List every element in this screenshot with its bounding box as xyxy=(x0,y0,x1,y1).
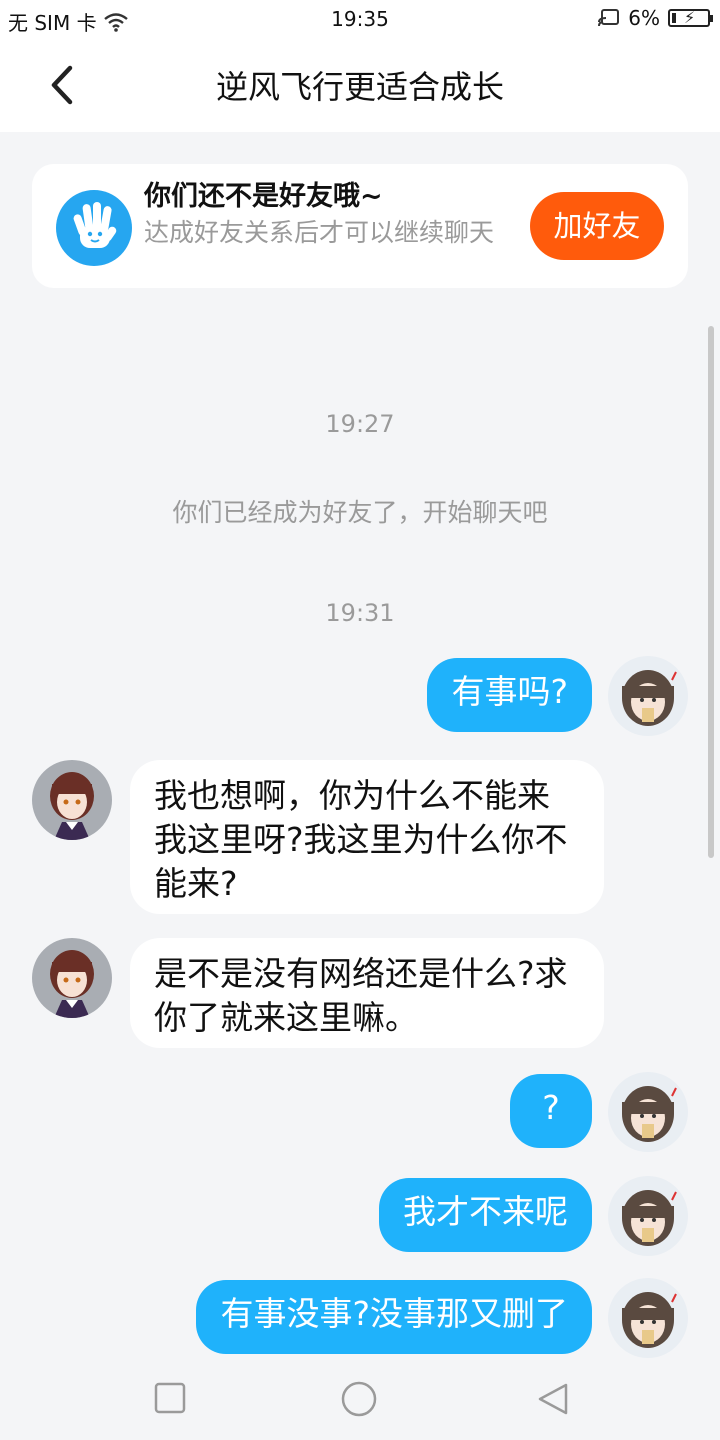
timestamp: 19:27 xyxy=(325,410,395,438)
my-avatar[interactable] xyxy=(608,656,688,736)
timestamp: 19:31 xyxy=(325,599,395,627)
friend-request-card: 你们还不是好友哦~ 达成好友关系后才可以继续聊天 加好友 xyxy=(32,164,688,288)
status-right: 6% ⚡ xyxy=(598,6,713,30)
incoming-message[interactable]: 是不是没有网络还是什么?求你了就来这里嘛。 xyxy=(130,938,604,1048)
system-nav-bar xyxy=(0,1360,720,1440)
system-message: 你们已经成为好友了，开始聊天吧 xyxy=(172,498,548,527)
triangle-back-icon[interactable] xyxy=(536,1382,570,1416)
my-avatar[interactable] xyxy=(608,1278,688,1358)
scrollbar[interactable] xyxy=(708,326,714,858)
square-icon[interactable] xyxy=(154,1382,186,1414)
battery-icon: ⚡ xyxy=(668,8,713,27)
cast-icon xyxy=(598,9,620,27)
friend-prompt-subtitle: 达成好友关系后才可以继续聊天 xyxy=(144,218,495,247)
contact-avatar[interactable] xyxy=(32,760,112,840)
chat-header: 逆风飞行更适合成长 xyxy=(0,38,720,132)
my-avatar[interactable] xyxy=(608,1176,688,1256)
outgoing-message[interactable]: 有事吗? xyxy=(427,658,592,732)
outgoing-message[interactable]: 有事没事?没事那又删了 xyxy=(196,1280,592,1354)
hand-icon xyxy=(56,190,132,266)
circle-icon[interactable] xyxy=(340,1380,378,1418)
battery-percent: 6% xyxy=(628,6,660,30)
status-bar: 无 SIM 卡 19:35 6% ⚡ xyxy=(0,0,720,38)
friend-prompt-title: 你们还不是好友哦~ xyxy=(144,181,383,212)
contact-avatar[interactable] xyxy=(32,938,112,1018)
my-avatar[interactable] xyxy=(608,1072,688,1152)
incoming-message[interactable]: 我也想啊，你为什么不能来我这里呀?我这里为什么你不能来? xyxy=(130,760,604,914)
outgoing-message[interactable]: ? xyxy=(510,1074,592,1148)
chat-title: 逆风飞行更适合成长 xyxy=(215,68,504,106)
add-friend-button[interactable]: 加好友 xyxy=(530,192,664,260)
outgoing-message[interactable]: 我才不来呢 xyxy=(379,1178,592,1252)
